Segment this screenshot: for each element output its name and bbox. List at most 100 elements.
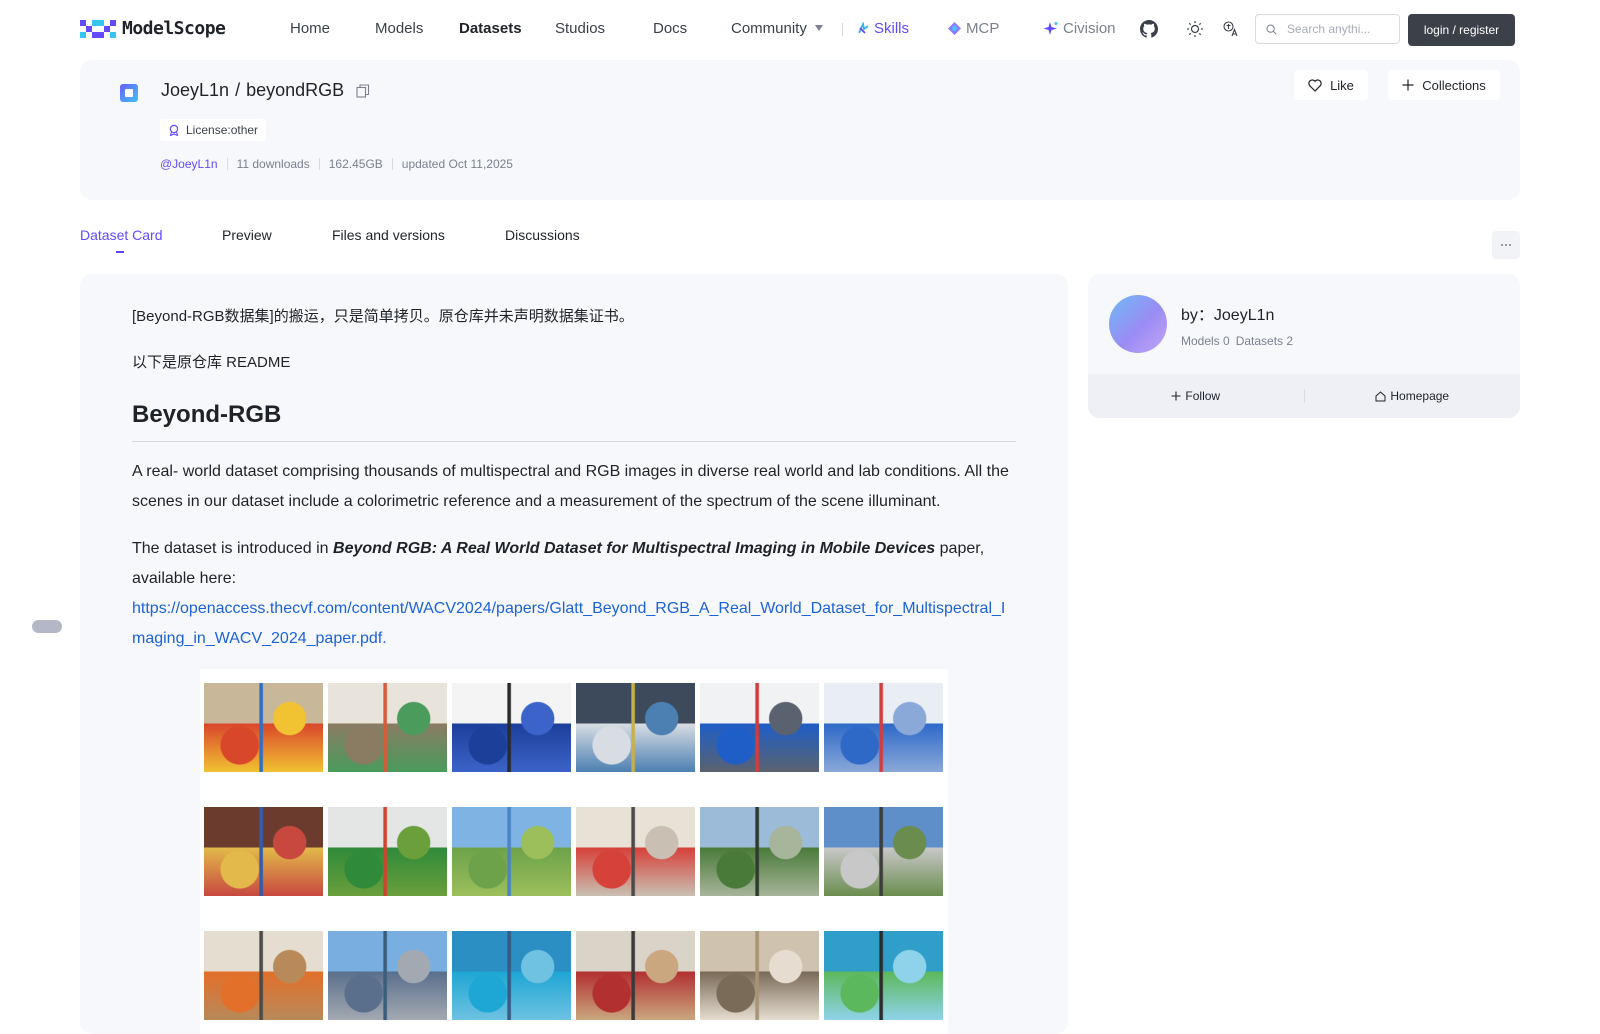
more-dot-icon xyxy=(1501,244,1503,246)
readme-panel: [Beyond-RGB数据集]的搬运，只是简单拷贝。原仓库并未声明数据集证书。 … xyxy=(80,274,1068,1034)
homepage-button[interactable]: Homepage xyxy=(1305,389,1521,403)
theme-toggle-sun-icon[interactable] xyxy=(1184,18,1206,40)
search-input[interactable] xyxy=(1285,21,1399,37)
like-button[interactable]: Like xyxy=(1294,70,1368,100)
nav-mcp-label: MCP xyxy=(966,20,1000,37)
search-field[interactable] xyxy=(1255,14,1400,44)
collections-label: Collections xyxy=(1422,77,1486,93)
side-feedback-pill[interactable] xyxy=(32,620,62,633)
collections-button[interactable]: Collections xyxy=(1388,70,1500,100)
meta-divider xyxy=(391,158,393,170)
search-icon xyxy=(1266,24,1277,35)
nav-datasets[interactable]: Datasets xyxy=(459,20,522,37)
tab-files-and-versions[interactable]: Files and versions xyxy=(332,227,445,243)
photo-person-room xyxy=(576,931,695,1020)
meta-divider xyxy=(318,158,320,170)
heart-icon xyxy=(1308,78,1322,92)
readme-intro: 以下是原仓库 README xyxy=(132,354,291,371)
photo-park-lake xyxy=(452,807,571,896)
updated-date: updated Oct 11,2025 xyxy=(401,157,513,171)
follow-label: Follow xyxy=(1185,389,1221,403)
avatar[interactable] xyxy=(1109,295,1167,353)
chevron-down-icon xyxy=(814,25,823,31)
nav-models[interactable]: Models xyxy=(375,20,423,37)
top-navigation: ModelScope Home Models Datasets Studios … xyxy=(0,0,1600,58)
photo-kitchen-counter xyxy=(328,683,447,772)
sample-image-grid xyxy=(200,669,948,1034)
mcp-icon xyxy=(948,22,961,35)
photo-living-room-sofa xyxy=(700,931,819,1020)
author-actions: Follow Homepage xyxy=(1088,374,1520,418)
photo-toys-shelf xyxy=(204,683,323,772)
author-datasets-count[interactable]: Datasets 2 xyxy=(1236,334,1293,348)
logo-mark-icon xyxy=(80,19,116,38)
paper-title: Beyond RGB: A Real World Dataset for Mul… xyxy=(333,540,936,557)
nav-home[interactable]: Home xyxy=(290,20,330,37)
follow-button[interactable]: Follow xyxy=(1088,389,1304,403)
dataset-name: beyondRGB xyxy=(246,80,345,100)
nav-docs[interactable]: Docs xyxy=(653,20,687,37)
modelscope-logo[interactable]: ModelScope xyxy=(80,18,226,39)
tab-preview[interactable]: Preview xyxy=(222,227,272,243)
photo-playground-blue xyxy=(452,931,571,1020)
plus-icon xyxy=(1171,391,1181,401)
author-card: by：JoeyL1n Models 0 Datasets 2 Follow Ho… xyxy=(1088,274,1520,418)
tab-dataset-card[interactable]: Dataset Card xyxy=(80,227,162,243)
login-register-button[interactable]: login / register xyxy=(1408,14,1515,46)
paper-prefix: The dataset is introduced in xyxy=(132,540,334,557)
nav-studios[interactable]: Studios xyxy=(555,20,605,37)
language-icon[interactable] xyxy=(1220,18,1242,40)
heading-rule xyxy=(132,441,1016,442)
license-label: License:other xyxy=(186,123,259,137)
photo-parking-cars xyxy=(824,807,943,896)
download-count: 11 downloads xyxy=(236,157,310,171)
author-name[interactable]: by：JoeyL1n xyxy=(1181,301,1274,325)
more-dot-icon xyxy=(1505,244,1507,246)
photo-fence-garden xyxy=(700,807,819,896)
license-tag[interactable]: License:other xyxy=(160,119,267,141)
nav-skills[interactable]: Skills xyxy=(857,20,909,37)
dataset-title: JoeyL1n / beyondRGB xyxy=(161,80,370,101)
github-icon[interactable] xyxy=(1138,18,1160,40)
dataset-owner-link[interactable]: JoeyL1n xyxy=(161,80,229,101)
nav-divider xyxy=(842,23,843,36)
skills-icon xyxy=(858,22,869,34)
active-tab-indicator xyxy=(116,251,124,253)
nav-civision[interactable]: Civision xyxy=(1043,20,1116,37)
photo-speaker-room xyxy=(576,807,695,896)
photo-river-dock xyxy=(328,931,447,1020)
readme-description: A real- world dataset comprising thousan… xyxy=(132,463,1009,510)
dataset-size: 162.45GB xyxy=(328,157,383,171)
dataset-header-card: JoeyL1n / beyondRGB License:other @JoeyL… xyxy=(80,60,1520,200)
readme-heading: Beyond-RGB xyxy=(132,401,282,428)
more-options-button[interactable] xyxy=(1492,231,1520,259)
nav-community[interactable]: Community xyxy=(731,20,823,37)
logo-text: ModelScope xyxy=(122,18,226,39)
nav-community-label: Community xyxy=(731,20,807,37)
meta-divider xyxy=(226,158,228,170)
photo-cereal-shelf xyxy=(204,807,323,896)
tab-discussions[interactable]: Discussions xyxy=(505,227,580,243)
license-badge-icon xyxy=(169,124,179,136)
photo-store-shelves xyxy=(576,683,695,772)
author-models-count[interactable]: Models 0 xyxy=(1181,334,1230,348)
owner-handle-link[interactable]: @JoeyL1n xyxy=(160,157,218,171)
photo-vegetables xyxy=(328,807,447,896)
plus-icon xyxy=(1402,79,1414,91)
title-separator: / xyxy=(235,80,241,100)
like-label: Like xyxy=(1330,77,1354,93)
photo-soft-packs xyxy=(824,683,943,772)
dataset-icon xyxy=(120,84,138,102)
copy-icon[interactable] xyxy=(356,83,370,98)
paper-link[interactable]: https://openaccess.thecvf.com/content/WA… xyxy=(132,600,1005,647)
sparkle-icon xyxy=(1043,21,1058,35)
readme-paper-paragraph: The dataset is introduced in Beyond RGB:… xyxy=(132,534,1016,654)
photo-orange-pillows xyxy=(204,931,323,1020)
home-icon xyxy=(1375,390,1386,401)
more-dot-icon xyxy=(1509,244,1511,246)
homepage-label: Homepage xyxy=(1390,389,1450,403)
nav-mcp[interactable]: MCP xyxy=(947,20,999,37)
readme-note: [Beyond-RGB数据集]的搬运，只是简单拷贝。原仓库并未声明数据集证书。 xyxy=(132,308,634,325)
photo-paper-rolls xyxy=(700,683,819,772)
dataset-meta: @JoeyL1n 11 downloads 162.45GB updated O… xyxy=(160,157,513,171)
